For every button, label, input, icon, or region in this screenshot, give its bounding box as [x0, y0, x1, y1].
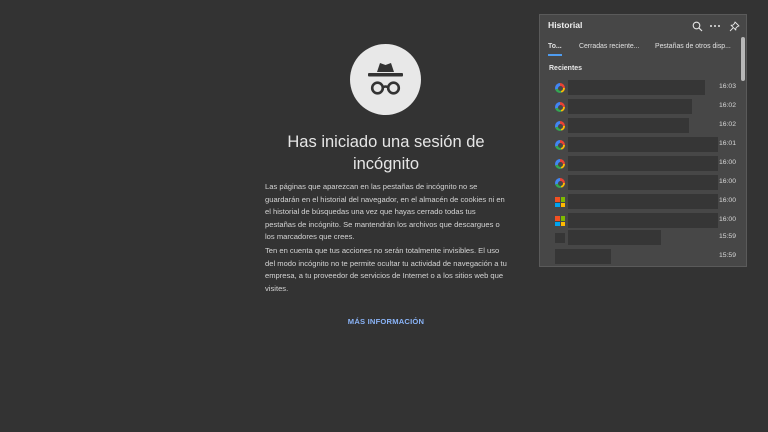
microsoft-icon — [555, 197, 565, 207]
history-item[interactable]: 15:59 — [540, 229, 740, 247]
pin-icon — [729, 21, 739, 31]
tab-all[interactable]: To... — [548, 43, 562, 50]
more-info-link[interactable]: MÁS INFORMACIÓN — [326, 317, 446, 326]
page-title: Has iniciado una sesión de incógnito — [287, 133, 485, 173]
history-panel-header: Historial — [540, 15, 746, 37]
history-item-time: 16:03 — [718, 83, 736, 90]
history-item[interactable]: 16:03 — [540, 79, 740, 97]
incognito-warning-paragraph: Ten en cuenta que tus acciones no serán … — [265, 246, 507, 293]
incognito-description-paragraph: Las páginas que aparezcan en las pestaña… — [265, 182, 505, 242]
history-item-time: 16:00 — [718, 159, 736, 166]
history-item[interactable]: 16:00 — [540, 193, 740, 211]
google-icon — [555, 159, 565, 169]
recent-section-heading: Recientes — [549, 65, 583, 72]
pin-panel-button[interactable] — [727, 19, 741, 33]
history-panel-title: Historial — [548, 20, 583, 30]
google-icon — [555, 121, 565, 131]
more-options-button[interactable] — [708, 19, 722, 33]
history-item[interactable]: 16:00 — [540, 212, 740, 230]
incognito-icon — [350, 44, 421, 115]
google-icon — [555, 83, 565, 93]
history-item-time: 16:02 — [718, 102, 736, 109]
blank-favicon-icon — [555, 233, 565, 243]
incognito-new-tab-page: Has iniciado una sesión de incógnito Las… — [0, 0, 768, 432]
redacted-title — [568, 80, 705, 95]
tab-recently-closed[interactable]: Cerradas reciente... — [579, 43, 640, 50]
history-item[interactable]: 16:02 — [540, 117, 740, 135]
google-icon — [555, 178, 565, 188]
redacted-title — [568, 156, 718, 171]
google-icon — [555, 140, 565, 150]
history-item[interactable]: 16:00 — [540, 174, 740, 192]
history-panel: Historial To... Cerradas reciente... Pes… — [539, 14, 747, 267]
redacted-title — [568, 230, 661, 245]
history-item-time: 16:01 — [718, 140, 736, 147]
history-item-time: 16:00 — [718, 197, 736, 204]
redacted-title — [568, 175, 718, 190]
redacted-title — [568, 99, 692, 114]
history-item-time: 16:00 — [718, 216, 736, 223]
active-tab-indicator — [548, 54, 562, 56]
tab-other-devices[interactable]: Pestañas de otros disp... — [655, 43, 731, 50]
history-item-time: 15:59 — [718, 233, 736, 240]
google-icon — [555, 102, 565, 112]
history-item-time: 16:00 — [718, 178, 736, 185]
history-item[interactable]: 16:02 — [540, 98, 740, 116]
history-item[interactable]: 16:01 — [540, 136, 740, 154]
history-item[interactable]: 15:59 — [540, 248, 740, 266]
search-history-button[interactable] — [690, 19, 704, 33]
redacted-title — [555, 249, 611, 264]
redacted-title — [568, 194, 718, 209]
history-item-time: 15:59 — [718, 252, 736, 259]
redacted-title — [568, 118, 689, 133]
redacted-title — [568, 137, 718, 152]
history-item-time: 16:02 — [718, 121, 736, 128]
history-scrollbar[interactable] — [741, 37, 745, 81]
search-icon — [692, 21, 702, 31]
history-item[interactable]: 16:00 — [540, 155, 740, 173]
microsoft-icon — [555, 216, 565, 226]
redacted-title — [568, 213, 718, 228]
history-tabs: To... Cerradas reciente... Pestañas de o… — [540, 40, 740, 56]
more-icon — [710, 25, 720, 27]
